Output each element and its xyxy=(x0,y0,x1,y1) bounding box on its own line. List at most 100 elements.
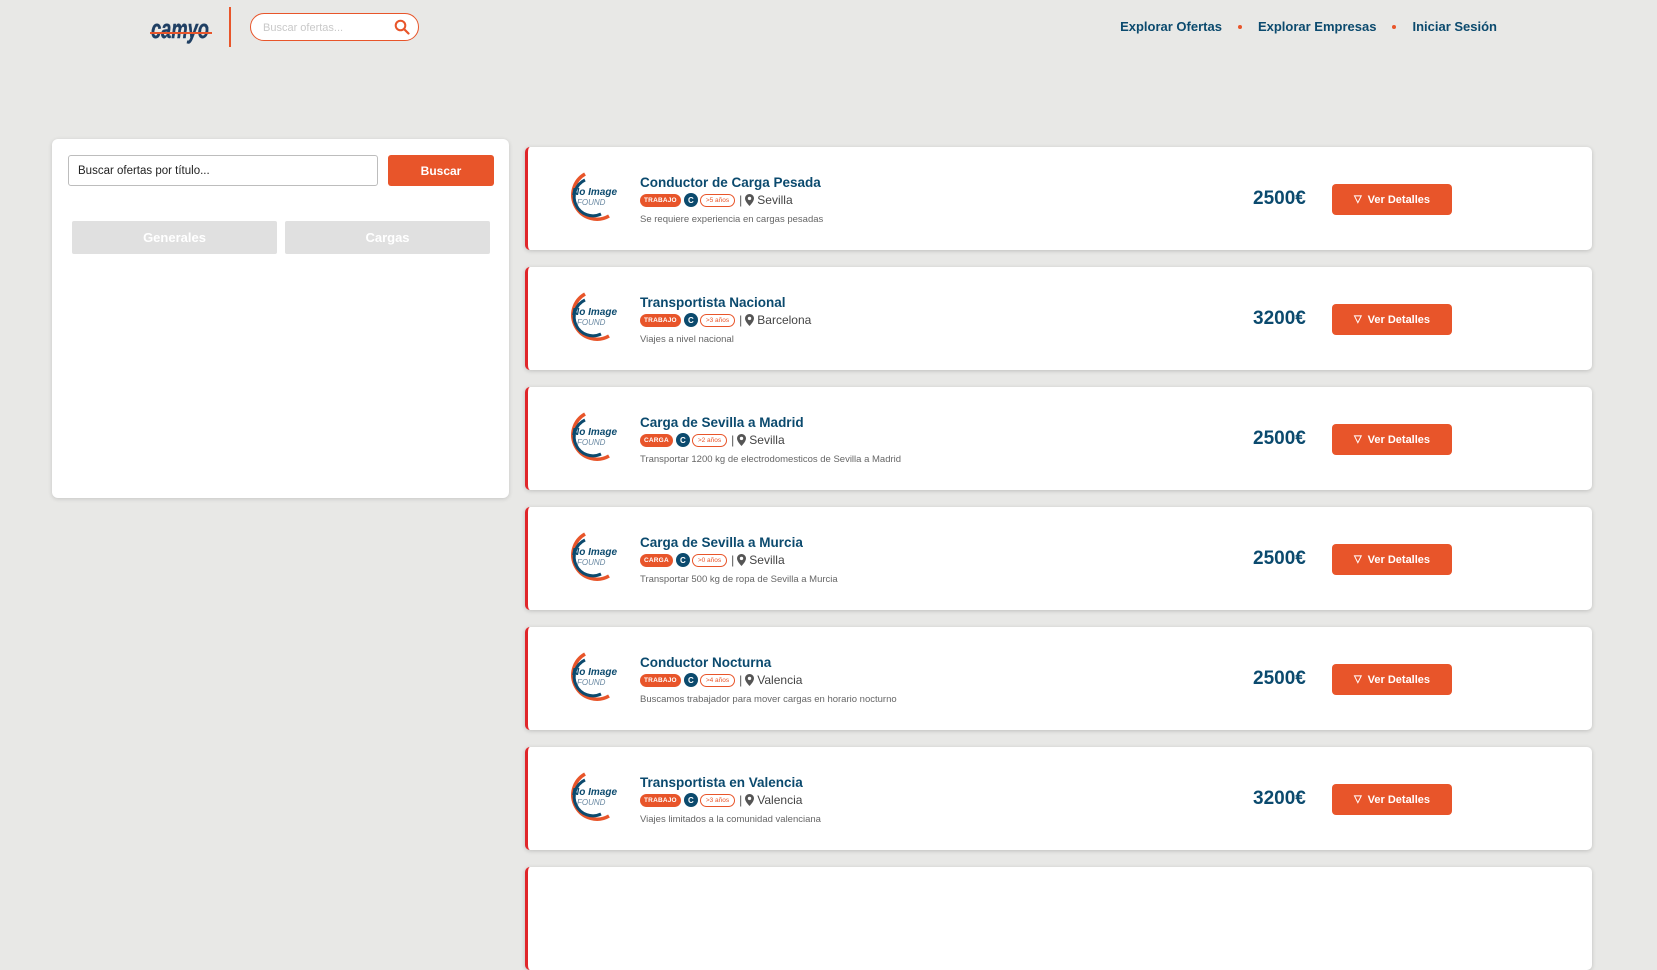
license-badge: C xyxy=(683,673,698,687)
meta-separator: | xyxy=(731,433,735,447)
ver-detalles-button[interactable]: ▽ Ver Detalles xyxy=(1332,184,1452,215)
experience-badge: >3 años xyxy=(699,793,736,807)
triangle-down-icon: ▽ xyxy=(1353,554,1362,565)
experience-badge: >4 años xyxy=(699,673,736,687)
experience-badge: >5 años xyxy=(699,193,736,207)
offer-type-badge: CARGA xyxy=(640,433,673,447)
location-pin-icon xyxy=(745,314,755,326)
meta-separator: | xyxy=(731,553,735,567)
svg-text:No Image: No Image xyxy=(572,427,617,438)
offer-title[interactable]: Conductor de Carga Pesada xyxy=(640,175,821,190)
offer-card[interactable]: No Image FOUND Conductor Nocturna TRABAJ… xyxy=(525,627,1592,730)
main-nav: Explorar Ofertas Explorar Empresas Inici… xyxy=(1120,19,1497,34)
meta-separator: | xyxy=(739,193,743,207)
tab-cargas[interactable]: Cargas xyxy=(285,221,490,254)
offer-city: Sevilla xyxy=(749,553,785,567)
offer-description: Viajes limitados a la comunidad valencia… xyxy=(640,814,821,825)
offer-price: 2500€ xyxy=(1253,548,1306,569)
offer-title[interactable]: Transportista Nacional xyxy=(640,295,786,310)
nav-separator-dot xyxy=(1392,24,1397,29)
svg-text:No Image: No Image xyxy=(572,187,617,198)
location-pin-icon xyxy=(745,794,755,806)
license-badge: C xyxy=(683,193,698,207)
triangle-down-icon: ▽ xyxy=(1353,674,1362,685)
experience-badge: >0 años xyxy=(691,553,728,567)
svg-text:FOUND: FOUND xyxy=(577,438,606,447)
ver-detalles-label: Ver Detalles xyxy=(1367,673,1431,686)
buscar-button[interactable]: Buscar xyxy=(388,155,494,186)
nav-separator-dot xyxy=(1237,24,1242,29)
no-image-placeholder: No Image FOUND xyxy=(555,409,617,467)
offer-city: Sevilla xyxy=(749,433,785,447)
offer-city: Valencia xyxy=(757,793,803,807)
offer-city: Barcelona xyxy=(757,313,812,327)
meta-separator: | xyxy=(739,313,743,327)
header-search-box xyxy=(250,13,419,41)
triangle-down-icon: ▽ xyxy=(1353,194,1362,205)
offer-description: Transportar 1200 kg de electrodomesticos… xyxy=(640,454,902,465)
nav-explorar-empresas[interactable]: Explorar Empresas xyxy=(1258,19,1377,34)
svg-text:FOUND: FOUND xyxy=(577,558,606,567)
offer-title[interactable]: Carga de Sevilla a Madrid xyxy=(640,415,804,430)
offer-meta: TRABAJO C >3 años | Valencia xyxy=(640,792,802,808)
ver-detalles-label: Ver Detalles xyxy=(1367,313,1431,326)
location-pin-icon xyxy=(745,194,755,206)
offer-card[interactable]: No Image FOUND Carga de Sevilla a Madrid… xyxy=(525,387,1592,490)
offer-type-badge: TRABAJO xyxy=(640,193,681,207)
svg-text:FOUND: FOUND xyxy=(577,678,606,687)
experience-badge: >2 años xyxy=(691,433,728,447)
offer-title[interactable]: Carga de Sevilla a Murcia xyxy=(640,535,803,550)
experience-badge: >3 años xyxy=(699,313,736,327)
no-image-placeholder: No Image FOUND xyxy=(555,649,617,707)
offer-price: 3200€ xyxy=(1253,788,1306,809)
ver-detalles-label: Ver Detalles xyxy=(1367,793,1431,806)
offer-title[interactable]: Transportista en Valencia xyxy=(640,775,803,790)
no-image-placeholder: No Image FOUND xyxy=(555,769,617,827)
meta-separator: | xyxy=(739,793,743,807)
ver-detalles-button[interactable]: ▽ Ver Detalles xyxy=(1332,664,1452,695)
ver-detalles-label: Ver Detalles xyxy=(1367,193,1431,206)
no-image-placeholder: No Image FOUND xyxy=(555,289,617,347)
triangle-down-icon: ▽ xyxy=(1353,434,1362,445)
offer-type-badge: CARGA xyxy=(640,553,673,567)
offer-type-badge: TRABAJO xyxy=(640,793,681,807)
search-icon[interactable] xyxy=(394,19,410,35)
triangle-down-icon: ▽ xyxy=(1353,794,1362,805)
offer-card[interactable]: No Image FOUND Transportista Nacional TR… xyxy=(525,267,1592,370)
ver-detalles-label: Ver Detalles xyxy=(1367,553,1431,566)
svg-text:No Image: No Image xyxy=(572,787,617,798)
offer-title[interactable]: Conductor Nocturna xyxy=(640,655,771,670)
ver-detalles-button[interactable]: ▽ Ver Detalles xyxy=(1332,424,1452,455)
offer-meta: CARGA C >2 años | Sevilla xyxy=(640,432,785,448)
logo-wordmark: camyo xyxy=(151,14,209,44)
logo-divider xyxy=(229,7,231,47)
ver-detalles-label: Ver Detalles xyxy=(1367,433,1431,446)
offer-city: Valencia xyxy=(757,673,803,687)
ver-detalles-button[interactable]: ▽ Ver Detalles xyxy=(1332,784,1452,815)
offer-meta: TRABAJO C >3 años | Barcelona xyxy=(640,312,811,328)
license-badge: C xyxy=(675,553,690,567)
offer-meta: TRABAJO C >4 años | Valencia xyxy=(640,672,802,688)
offer-card[interactable]: No Image FOUND Transportista en Valencia… xyxy=(525,747,1592,850)
no-image-placeholder: No Image FOUND xyxy=(555,529,617,587)
camyo-logo[interactable]: camyo xyxy=(150,6,212,46)
offer-description: Viajes a nivel nacional xyxy=(640,334,734,345)
offer-card-partial[interactable]: | ▽ xyxy=(525,867,1592,970)
nav-iniciar-sesion[interactable]: Iniciar Sesión xyxy=(1412,19,1497,34)
svg-text:No Image: No Image xyxy=(572,667,617,678)
location-pin-icon xyxy=(745,674,755,686)
license-badge: C xyxy=(683,793,698,807)
offer-price: 2500€ xyxy=(1253,668,1306,689)
ver-detalles-button[interactable]: ▽ Ver Detalles xyxy=(1332,544,1452,575)
ver-detalles-button[interactable]: ▽ Ver Detalles xyxy=(1332,304,1452,335)
nav-explorar-ofertas[interactable]: Explorar Ofertas xyxy=(1120,19,1222,34)
triangle-down-icon: ▽ xyxy=(1353,314,1362,325)
location-pin-icon xyxy=(737,434,747,446)
tab-generales[interactable]: Generales xyxy=(72,221,277,254)
offer-card[interactable]: No Image FOUND Carga de Sevilla a Murcia… xyxy=(525,507,1592,610)
title-search-input[interactable] xyxy=(68,155,378,186)
offer-type-badge: TRABAJO xyxy=(640,673,681,687)
header-search-input[interactable] xyxy=(261,18,385,38)
location-pin-icon xyxy=(737,554,747,566)
offer-card[interactable]: No Image FOUND Conductor de Carga Pesada… xyxy=(525,147,1592,250)
